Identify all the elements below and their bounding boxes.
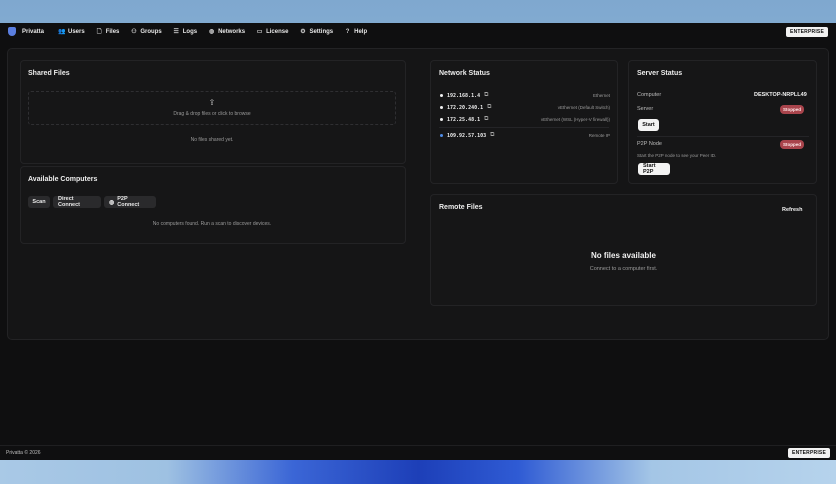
group-icon: ⚇ bbox=[131, 29, 137, 35]
direct-connect-button[interactable]: Direct Connect bbox=[53, 196, 101, 208]
remote-ip-label: Remote IP bbox=[588, 133, 610, 138]
brand-logo-icon bbox=[8, 27, 16, 36]
remote-files-card bbox=[430, 194, 817, 306]
network-interface-row: 172.20.240.1 ⧉ vEthernet (Default Switch… bbox=[440, 103, 610, 112]
license-icon: ▭ bbox=[256, 29, 263, 35]
nav-users-label: Users bbox=[68, 28, 85, 35]
interface-label: vEthernet (WSL (Hyper-V firewall)) bbox=[540, 117, 610, 122]
nav-settings-label: Settings bbox=[309, 28, 334, 35]
status-dot bbox=[440, 94, 443, 97]
desktop-wallpaper bbox=[0, 460, 836, 484]
nav-logs[interactable]: ☰ Logs bbox=[173, 28, 198, 36]
brand-name: Privatta bbox=[22, 28, 45, 35]
nav-help[interactable]: ? Help bbox=[344, 29, 367, 35]
nav-help-label: Help bbox=[354, 28, 368, 35]
top-nav: Privatta 👥 Users 🗋 Files ⚇ Groups ☰ Logs… bbox=[0, 23, 836, 40]
computer-name: DESKTOP-NRPLL49 bbox=[754, 92, 807, 98]
divider bbox=[637, 136, 809, 137]
footer-edition-badge: ENTERPRISE bbox=[788, 448, 830, 458]
copy-icon[interactable]: ⧉ bbox=[484, 92, 488, 99]
interface-label: Ethernet bbox=[592, 93, 610, 98]
scan-button[interactable]: Scan bbox=[28, 196, 50, 208]
log-icon: ☰ bbox=[173, 29, 179, 35]
server-status-title: Server Status bbox=[637, 70, 683, 77]
file-dropzone[interactable]: ⇪ Drag & drop files or click to browse bbox=[28, 91, 396, 125]
interface-label: vEthernet (Default Switch) bbox=[557, 105, 610, 110]
nav-logs-label: Logs bbox=[182, 28, 198, 35]
nav-files[interactable]: 🗋 Files bbox=[96, 27, 120, 37]
nav-license-label: License bbox=[266, 28, 289, 35]
refresh-button[interactable]: Refresh bbox=[782, 207, 802, 213]
p2p-connect-button[interactable]: ◍ P2P Connect bbox=[104, 196, 156, 208]
p2p-status-badge: Stopped bbox=[780, 140, 804, 149]
users-icon: 👥 bbox=[58, 29, 66, 35]
network-interface-row: 172.25.48.1 ⧉ vEthernet (WSL (Hyper-V fi… bbox=[440, 115, 610, 124]
network-interface-row: 192.168.1.4 ⧉ Ethernet bbox=[440, 91, 610, 100]
nav-files-label: Files bbox=[105, 28, 120, 35]
dropzone-text: Drag & drop files or click to browse bbox=[173, 111, 251, 117]
remote-files-empty-sub: Connect to a computer first. bbox=[589, 266, 658, 272]
upload-icon: ⇪ bbox=[208, 98, 216, 107]
ip-address: 172.25.48.1 bbox=[447, 116, 481, 123]
network-status-title: Network Status bbox=[439, 70, 490, 77]
copy-icon[interactable]: ⧉ bbox=[487, 104, 491, 111]
globe-icon: ◍ bbox=[208, 29, 215, 35]
shared-files-empty: No files shared yet. bbox=[190, 137, 234, 143]
start-server-button[interactable]: Start bbox=[638, 119, 659, 131]
computers-empty: No computers found. Run a scan to discov… bbox=[152, 221, 272, 227]
remote-files-title: Remote Files bbox=[439, 204, 483, 211]
computer-label: Computer bbox=[637, 92, 662, 98]
server-label: Server bbox=[637, 106, 654, 112]
nav-users[interactable]: 👥 Users bbox=[58, 28, 85, 36]
footer: Privatta © 2026 ENTERPRISE bbox=[0, 445, 836, 460]
gear-icon: ⚙ bbox=[300, 29, 306, 35]
nav-license[interactable]: ▭ License bbox=[256, 28, 289, 36]
status-dot bbox=[440, 118, 443, 121]
help-icon: ? bbox=[345, 28, 350, 35]
nav-groups[interactable]: ⚇ Groups bbox=[130, 28, 162, 36]
nav-networks[interactable]: ◍ Networks bbox=[208, 28, 246, 36]
shared-files-title: Shared Files bbox=[28, 70, 70, 77]
remote-files-empty-title: No files available bbox=[591, 251, 656, 260]
nav-networks-label: Networks bbox=[218, 28, 246, 35]
available-computers-title: Available Computers bbox=[28, 176, 98, 183]
ip-address: 172.20.240.1 bbox=[447, 104, 484, 111]
nav-groups-label: Groups bbox=[140, 28, 162, 35]
p2p-node-label: P2P Node bbox=[637, 141, 662, 147]
globe-icon: ◍ bbox=[109, 199, 115, 206]
ip-address: 192.168.1.4 bbox=[447, 92, 481, 99]
remote-status-dot bbox=[440, 134, 443, 137]
start-p2p-button[interactable]: Start P2P bbox=[638, 163, 670, 175]
brand[interactable]: Privatta bbox=[8, 27, 44, 36]
copy-icon[interactable]: ⧉ bbox=[484, 116, 488, 123]
remote-ip-address: 109.92.57.103 bbox=[447, 132, 487, 139]
p2p-hint: Start the P2P node to see your Peer ID. bbox=[637, 153, 717, 158]
copyright-text: Privatta © 2026 bbox=[6, 450, 41, 456]
copy-icon[interactable]: ⧉ bbox=[490, 132, 494, 139]
file-icon: 🗋 bbox=[96, 28, 102, 35]
server-status-badge: Stopped bbox=[780, 105, 804, 114]
nav-settings[interactable]: ⚙ Settings bbox=[299, 28, 334, 36]
remote-ip-row: 109.92.57.103 ⧉ Remote IP bbox=[440, 131, 610, 140]
status-dot bbox=[440, 106, 443, 109]
divider bbox=[439, 127, 609, 128]
edition-badge: ENTERPRISE bbox=[786, 26, 828, 37]
